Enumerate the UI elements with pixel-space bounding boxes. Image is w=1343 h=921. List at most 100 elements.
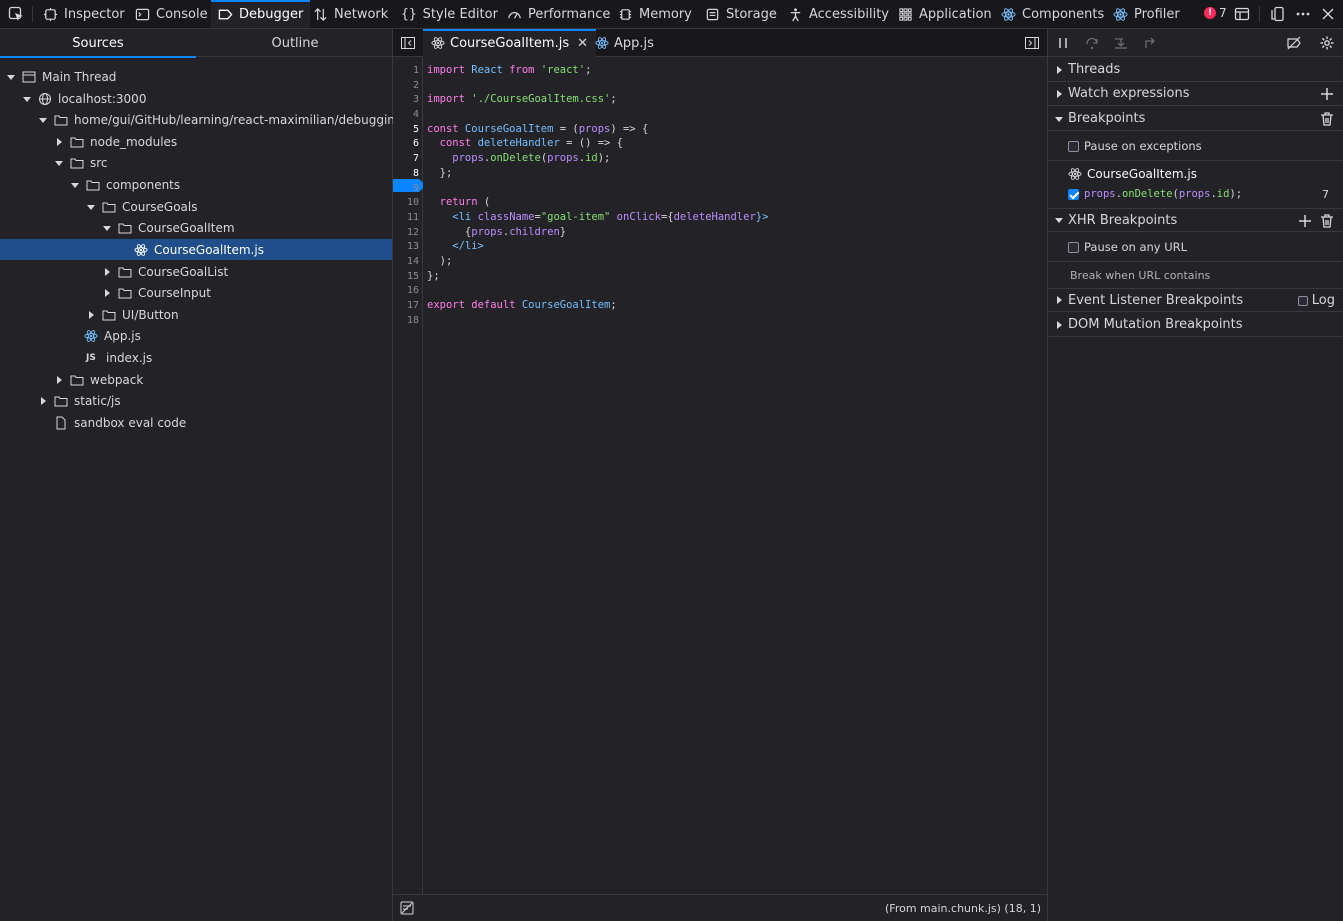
section-event-listener-breakpoints[interactable]: Event Listener Breakpoints Log <box>1048 288 1343 312</box>
line-number[interactable]: 3 <box>393 92 419 107</box>
tab-outline[interactable]: Outline <box>197 29 393 57</box>
line-number[interactable]: 4 <box>393 107 419 122</box>
error-count-badge[interactable]: ! 7 <box>1204 6 1227 20</box>
line-number[interactable]: 5 <box>393 122 419 137</box>
code-line: }; <box>427 270 440 282</box>
pause-on-any-url-checkbox[interactable] <box>1068 241 1079 253</box>
code-editor[interactable]: import React from 'react'; import './Cou… <box>423 58 1047 894</box>
step-over-icon[interactable] <box>1085 36 1099 50</box>
line-number[interactable]: 6 <box>393 136 419 151</box>
line-number[interactable]: 14 <box>393 254 419 269</box>
editor-tab-app[interactable]: App.js <box>587 29 662 57</box>
tree-item-courseinput[interactable]: CourseInput <box>0 282 392 303</box>
chevron-down-icon <box>23 96 31 102</box>
pause-on-any-url-row[interactable]: Pause on any URL <box>1048 239 1343 255</box>
code-line: import './CourseGoalItem.css'; <box>427 93 617 105</box>
tree-item-coursegoalitem-js[interactable]: CourseGoalItem.js <box>0 239 392 260</box>
log-toggle[interactable]: Log <box>1297 293 1335 308</box>
line-number[interactable]: 16 <box>393 283 419 298</box>
tree-item-static-js[interactable]: static/js <box>0 390 392 411</box>
chevron-right-icon <box>105 288 110 297</box>
tree-item-debugging-folder[interactable]: home/gui/GitHub/learning/react-maximilia… <box>0 109 403 130</box>
tree-item-coursegoalitem-folder[interactable]: CourseGoalItem <box>0 217 392 238</box>
line-number[interactable]: 8 <box>393 166 419 181</box>
js-file-icon: JS <box>86 352 96 363</box>
tree-item-src[interactable]: src <box>0 152 392 173</box>
tab-debugger[interactable]: Debugger <box>211 0 311 28</box>
tree-item-app-js[interactable]: App.js <box>0 325 392 346</box>
tab-components[interactable]: Components <box>996 0 1109 28</box>
folder-icon <box>54 396 68 406</box>
tab-performance[interactable]: Performance <box>502 0 615 28</box>
line-number[interactable]: 13 <box>393 239 419 254</box>
tab-inspector[interactable]: Inspector <box>38 0 130 28</box>
section-dom-mutation-breakpoints[interactable]: DOM Mutation Breakpoints <box>1048 313 1343 337</box>
tree-item-coursegoallist[interactable]: CourseGoalList <box>0 261 392 282</box>
tab-console[interactable]: Console <box>130 0 213 28</box>
pause-on-exceptions-row[interactable]: Pause on exceptions <box>1048 138 1343 154</box>
tab-profiler[interactable]: Profiler <box>1108 0 1185 28</box>
tab-style-editor[interactable]: {} Style Editor <box>396 0 503 28</box>
section-xhr-breakpoints[interactable]: XHR Breakpoints <box>1048 208 1343 232</box>
tree-item-label: src <box>90 155 108 170</box>
line-number[interactable]: 18 <box>393 313 419 328</box>
tab-storage[interactable]: Storage <box>700 0 782 28</box>
line-number[interactable]: 17 <box>393 298 419 313</box>
tree-item-localhost[interactable]: localhost:3000 <box>0 88 392 109</box>
tree-item-coursegoals[interactable]: CourseGoals <box>0 196 392 217</box>
gear-icon[interactable] <box>1320 36 1334 50</box>
trash-icon[interactable] <box>1319 111 1335 127</box>
tab-application[interactable]: Application <box>893 0 997 28</box>
network-icon <box>314 7 327 21</box>
debug-sidebar: Threads Watch expressions Breakpoints Pa… <box>1047 29 1343 921</box>
breakpoint-source-row[interactable]: CourseGoalItem.js <box>1048 165 1343 183</box>
section-breakpoints[interactable]: Breakpoints <box>1048 107 1343 131</box>
tree-item-webpack[interactable]: webpack <box>0 369 392 390</box>
tab-network-label: Network <box>334 6 389 22</box>
responsive-design-icon[interactable] <box>1270 6 1286 22</box>
line-number[interactable]: 1 <box>393 63 419 78</box>
breakpoint-checkbox[interactable] <box>1068 188 1079 200</box>
tree-item-node-modules[interactable]: node_modules <box>0 131 392 152</box>
toggle-sources-pane-icon[interactable] <box>401 37 415 49</box>
section-watch-expressions[interactable]: Watch expressions <box>1048 82 1343 106</box>
line-number[interactable]: 12 <box>393 225 419 240</box>
tab-accessibility[interactable]: Accessibility <box>783 0 894 28</box>
editor-tab-coursegoalitem[interactable]: CourseGoalItem.js ✕ <box>423 29 597 57</box>
line-number[interactable]: 7 <box>393 151 419 166</box>
tab-sources[interactable]: Sources <box>0 29 196 58</box>
line-number-gutter[interactable]: 1 2 3 4 5 6 7 8 9 10 11 12 13 14 15 16 1… <box>393 58 426 894</box>
line-number[interactable]: 11 <box>393 210 419 225</box>
editor-footer: (From main.chunk.js) (18, 1) <box>393 894 1047 921</box>
tree-item-index-js[interactable]: JS index.js <box>0 347 392 368</box>
line-number[interactable]: 9 <box>393 181 419 196</box>
trash-icon[interactable] <box>1319 213 1335 229</box>
tab-memory[interactable]: Memory <box>613 0 697 28</box>
log-checkbox[interactable] <box>1297 295 1308 306</box>
step-in-icon[interactable] <box>1114 36 1128 50</box>
element-picker-icon[interactable] <box>8 6 24 22</box>
add-icon[interactable] <box>1319 86 1335 102</box>
pretty-print-icon[interactable] <box>400 901 414 915</box>
pause-on-exceptions-checkbox[interactable] <box>1068 140 1079 152</box>
source-location[interactable]: (From main.chunk.js) (18, 1) <box>885 902 1041 915</box>
tree-item-ui-button[interactable]: UI/Button <box>0 304 392 325</box>
toggle-debug-pane-icon[interactable] <box>1025 37 1039 49</box>
pause-icon[interactable] <box>1056 36 1070 50</box>
close-icon[interactable] <box>1320 6 1336 22</box>
tab-network[interactable]: Network <box>308 0 393 28</box>
line-number[interactable]: 15 <box>393 269 419 284</box>
section-threads[interactable]: Threads <box>1048 58 1343 82</box>
tree-item-sandbox-eval[interactable]: sandbox eval code <box>0 412 392 433</box>
break-when-url-input[interactable]: Break when URL contains <box>1048 267 1343 283</box>
line-number[interactable]: 2 <box>393 78 419 93</box>
deactivate-breakpoints-icon[interactable] <box>1287 36 1301 50</box>
tree-item-main-thread[interactable]: Main Thread <box>0 66 392 87</box>
step-out-icon[interactable] <box>1143 36 1157 50</box>
dock-side-icon[interactable] <box>1234 6 1250 22</box>
breakpoint-item[interactable]: props.onDelete(props.id); 7 <box>1048 186 1343 202</box>
more-options-icon[interactable] <box>1295 6 1311 22</box>
line-number[interactable]: 10 <box>393 195 419 210</box>
add-icon[interactable] <box>1297 213 1313 229</box>
tree-item-components[interactable]: components <box>0 174 392 195</box>
